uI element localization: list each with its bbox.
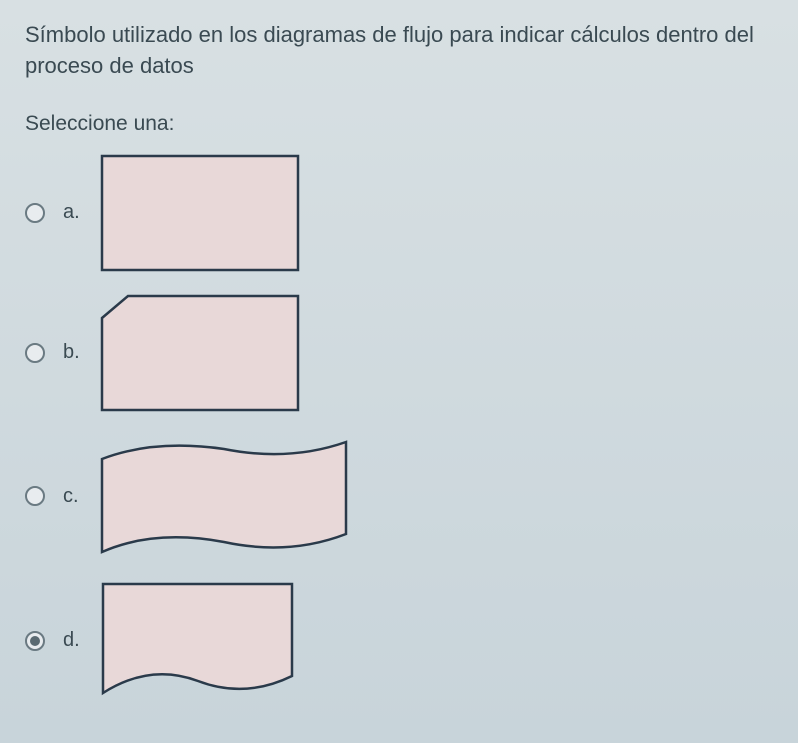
instruction-text: Seleccione una: [25,112,773,136]
radio-b[interactable] [25,343,45,363]
shape-wavy [99,434,349,559]
option-label-a: a. [63,201,80,224]
radio-a[interactable] [25,203,45,223]
option-row-d: d. [25,581,773,701]
option-row-a: a. [25,154,773,272]
radio-c[interactable] [25,486,45,506]
shape-document [100,581,295,701]
option-row-b: b. [25,294,773,412]
shape-rectangle [100,154,300,272]
option-label-b: b. [63,341,80,364]
shape-card [100,294,300,412]
question-text: Símbolo utilizado en los diagramas de fl… [25,20,773,82]
option-row-c: c. [25,434,773,559]
radio-d[interactable] [25,631,45,651]
option-label-d: d. [63,629,80,652]
option-label-c: c. [63,485,79,508]
